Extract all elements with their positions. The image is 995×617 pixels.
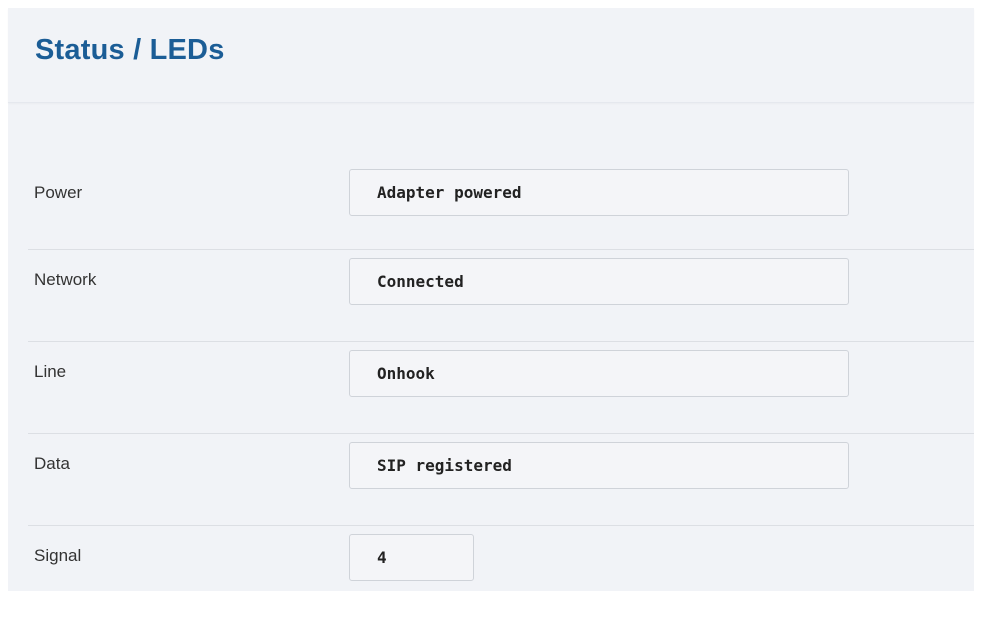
status-panel: Status / LEDs Power Adapter powered Netw… [8, 8, 974, 591]
network-value: Connected [349, 258, 849, 305]
data-value: SIP registered [349, 442, 849, 489]
data-label: Data [34, 454, 70, 473]
signal-label: Signal [34, 546, 82, 565]
status-row-line: Line Onhook [28, 341, 974, 433]
status-row-data: Data SIP registered [28, 433, 974, 525]
line-value: Onhook [349, 350, 849, 397]
power-value: Adapter powered [349, 169, 849, 216]
status-list: Power Adapter powered Network Connected … [28, 158, 974, 617]
signal-value: 4 [349, 534, 474, 581]
power-label: Power [34, 183, 83, 202]
network-label: Network [34, 270, 97, 289]
status-row-signal: Signal 4 [28, 525, 974, 617]
panel-header: Status / LEDs [8, 8, 974, 103]
page-title: Status / LEDs [35, 34, 225, 66]
status-row-power: Power Adapter powered [28, 158, 974, 249]
status-row-network: Network Connected [28, 249, 974, 341]
line-label: Line [34, 362, 67, 381]
